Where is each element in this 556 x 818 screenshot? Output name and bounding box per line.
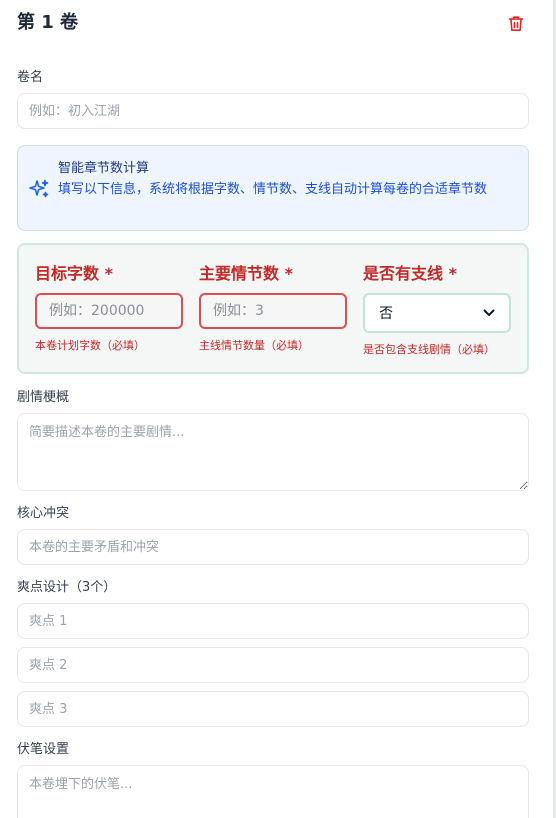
volume-editor: 第 1 卷 卷名 智能章节数计算 填写以下信息，系统将根据字数、情节数、支线自动… [0,0,556,818]
volume-header: 第 1 卷 [17,10,528,36]
volume-name-label: 卷名 [17,70,44,85]
info-description: 填写以下信息，系统将根据字数、情节数、支线自动计算每卷的合适章节数 [58,182,488,197]
foreshadow-label: 伏笔设置 [17,742,70,757]
info-title: 智能章节数计算 [58,161,150,176]
plot-count-hint: 主线情节数量（必填） [199,339,309,352]
highlights-label: 爽点设计（3个） [17,580,117,595]
trash-icon [508,15,524,31]
word-count-input[interactable] [35,293,183,329]
plot-count-label: 主要情节数 * [199,264,293,283]
subplot-selected-value: 否 [379,306,393,322]
conflict-label: 核心冲突 [17,506,70,521]
foreshadow-textarea[interactable] [17,765,529,818]
smart-chapter-info-box: 智能章节数计算 填写以下信息，系统将根据字数、情节数、支线自动计算每卷的合适章节… [17,145,529,231]
subplot-label: 是否有支线 * [363,264,457,283]
sparkle-icon [29,179,49,198]
conflict-input[interactable] [17,529,529,565]
delete-volume-button[interactable] [504,11,528,35]
chevron-down-icon [483,309,495,316]
subplot-select[interactable]: 否 [363,293,511,333]
highlight-input-2[interactable] [17,647,529,683]
volume-title: 第 1 卷 [17,12,79,33]
synopsis-label: 剧情梗概 [17,390,70,405]
highlight-input-1[interactable] [17,603,529,639]
volume-name-input[interactable] [17,93,529,129]
plot-count-input[interactable] [199,293,347,329]
required-fields-panel: 目标字数 * 本卷计划字数（必填） 主要情节数 * 主线情节数量（必填） 是否有… [17,243,529,374]
highlight-input-3[interactable] [17,691,529,727]
word-count-hint: 本卷计划字数（必填） [35,339,145,352]
subplot-hint: 是否包含支线剧情（必填） [363,343,495,356]
word-count-label: 目标字数 * [35,264,113,283]
synopsis-textarea[interactable] [17,413,529,491]
